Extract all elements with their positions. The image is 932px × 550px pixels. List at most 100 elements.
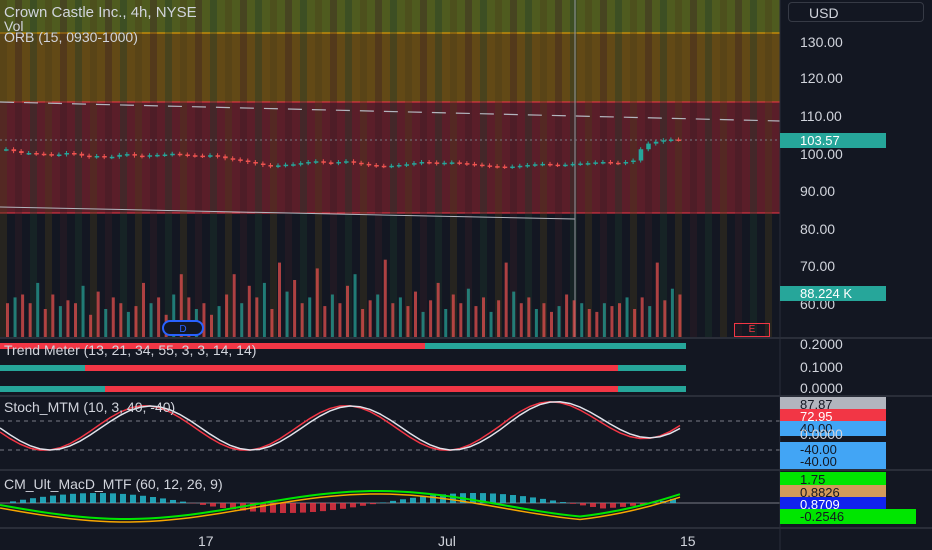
- time-tick: 17: [198, 533, 214, 549]
- macd-histogram-bar: [320, 503, 326, 512]
- session-stripe: [690, 0, 697, 338]
- session-stripe: [210, 0, 217, 338]
- candle: [87, 155, 92, 158]
- earnings-badge[interactable]: E: [734, 323, 770, 337]
- candle: [49, 154, 54, 156]
- candle: [585, 163, 591, 165]
- candle: [449, 162, 455, 164]
- macd-histogram-bar: [180, 501, 186, 503]
- candle: [56, 154, 62, 157]
- trend-meter-segment: [618, 386, 686, 392]
- candle: [427, 162, 432, 164]
- candle: [638, 149, 644, 161]
- candle: [570, 163, 576, 166]
- candle: [147, 155, 153, 157]
- macd-histogram-bar: [590, 503, 596, 507]
- macd-histogram-bar: [20, 499, 26, 503]
- candle: [472, 163, 477, 166]
- macd-histogram-bar: [40, 496, 46, 503]
- trend-meter-tick: 0.1000: [800, 359, 843, 375]
- candle: [457, 162, 462, 164]
- price-tick: 70.00: [800, 258, 836, 274]
- macd-histogram-bar: [90, 493, 96, 503]
- volume-bar: [262, 282, 266, 338]
- candle: [94, 156, 100, 158]
- volume-bar: [58, 306, 62, 338]
- candle: [313, 161, 319, 163]
- macd-histogram-bar: [200, 503, 206, 505]
- volume-bar: [512, 291, 516, 338]
- session-stripe: [765, 0, 772, 338]
- candle: [676, 139, 681, 141]
- macd-histogram-bar: [310, 503, 316, 512]
- volume-bar: [368, 300, 372, 338]
- volume-bar: [157, 297, 161, 338]
- candle: [623, 162, 629, 164]
- candle: [200, 155, 205, 158]
- session-stripe: [135, 0, 142, 338]
- candle: [344, 161, 349, 163]
- macd-histogram-bar: [140, 495, 146, 503]
- session-stripe: [240, 0, 247, 338]
- macd-tag-4: -0.2546: [780, 509, 916, 524]
- volume-bar: [474, 306, 478, 338]
- currency-selector[interactable]: USD: [788, 2, 924, 22]
- volume-bar: [315, 268, 319, 338]
- candle: [540, 163, 545, 166]
- candle: [661, 140, 666, 142]
- candle: [381, 165, 387, 168]
- volume-bar: [43, 309, 47, 338]
- candle: [260, 163, 266, 166]
- volume-bar: [414, 291, 417, 338]
- volume-bar: [572, 300, 576, 338]
- session-stripe: [45, 0, 52, 338]
- session-stripe: [360, 0, 367, 338]
- volume-bar: [602, 303, 606, 338]
- candle: [215, 155, 221, 157]
- session-stripe: [570, 0, 577, 338]
- candle: [563, 164, 568, 167]
- indicator-panes[interactable]: [0, 343, 780, 523]
- trend-meter-segment: [618, 365, 686, 371]
- session-stripe: [60, 0, 67, 338]
- session-stripe: [0, 0, 7, 338]
- session-stripe: [90, 0, 97, 338]
- session-stripe: [615, 0, 622, 338]
- dividend-badge[interactable]: D: [162, 320, 204, 336]
- candle: [268, 165, 273, 167]
- candle: [223, 156, 228, 159]
- volume-bar: [104, 309, 108, 338]
- candle: [389, 165, 394, 168]
- macd-histogram-bar: [360, 503, 366, 506]
- session-stripe: [120, 0, 127, 338]
- session-stripe: [660, 0, 667, 338]
- volume-tag: 88.224 K: [780, 286, 886, 301]
- trend-meter-segment: [0, 386, 105, 392]
- candle: [132, 154, 137, 156]
- candle: [608, 162, 613, 164]
- volume-bar: [338, 303, 342, 338]
- candle: [631, 160, 636, 163]
- session-stripe: [150, 0, 157, 338]
- macd-histogram-bar: [610, 503, 616, 508]
- volume-bar: [81, 285, 85, 338]
- candle: [442, 162, 447, 165]
- candle: [336, 162, 341, 164]
- macd-histogram-bar: [280, 503, 286, 513]
- macd-histogram-bar: [80, 493, 86, 503]
- macd-histogram-bar: [120, 493, 126, 503]
- price-tick: 110.00: [800, 108, 842, 124]
- volume-bar: [610, 306, 614, 338]
- session-stripe: [405, 0, 412, 338]
- volume-bar: [89, 314, 93, 338]
- orb-label: ORB (15, 0930-1000): [4, 29, 138, 45]
- session-stripe: [735, 0, 742, 338]
- candle: [170, 153, 175, 156]
- candle: [4, 149, 9, 151]
- trend-meter-segment: [595, 343, 686, 349]
- candle: [487, 165, 493, 167]
- volume-bar: [406, 306, 410, 338]
- volume-bar: [497, 300, 501, 338]
- session-stripe: [285, 0, 292, 338]
- candle: [34, 153, 39, 155]
